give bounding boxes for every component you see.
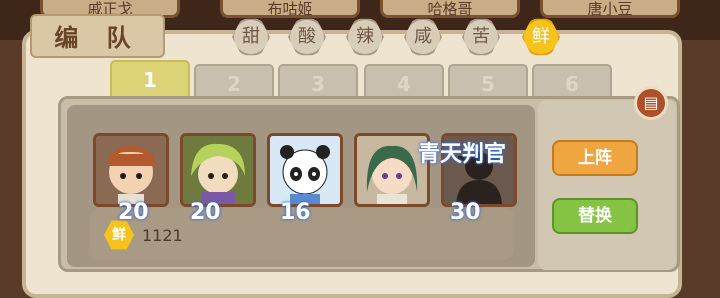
- top-tab-4[interactable]: 唐小豆: [540, 0, 680, 18]
- top-tab-2[interactable]: 布咕姬: [220, 0, 360, 18]
- side-column: [538, 100, 676, 270]
- top-tab-3[interactable]: 哈格哥: [380, 0, 520, 18]
- slot-3[interactable]: [267, 133, 343, 207]
- slot-2-level: 20: [190, 200, 221, 225]
- team-tab-3[interactable]: 3: [278, 64, 358, 100]
- slot-2[interactable]: [180, 133, 256, 207]
- power-value: 1121: [142, 226, 183, 245]
- page-title: 编 队: [30, 14, 165, 58]
- slot-1-level: 20: [118, 200, 149, 225]
- character-portrait: [183, 136, 253, 204]
- replace-button[interactable]: 替换: [552, 198, 638, 234]
- team-tab-1[interactable]: 1: [110, 60, 190, 100]
- character-portrait: [357, 136, 427, 204]
- team-tab-4[interactable]: 4: [364, 64, 444, 100]
- slot-3-level: 16: [280, 200, 311, 225]
- silhouette-name: 青天判官: [418, 142, 507, 167]
- slot-5-level: 30: [450, 200, 481, 225]
- character-portrait: [270, 136, 340, 204]
- team-tab-5[interactable]: 5: [448, 64, 528, 100]
- deploy-button[interactable]: 上阵: [552, 140, 638, 176]
- team-tab-6[interactable]: 6: [532, 64, 612, 100]
- trash-icon[interactable]: ▤: [634, 86, 668, 120]
- slot-1[interactable]: [93, 133, 169, 207]
- team-tab-2[interactable]: 2: [194, 64, 274, 100]
- character-portrait: [96, 136, 166, 204]
